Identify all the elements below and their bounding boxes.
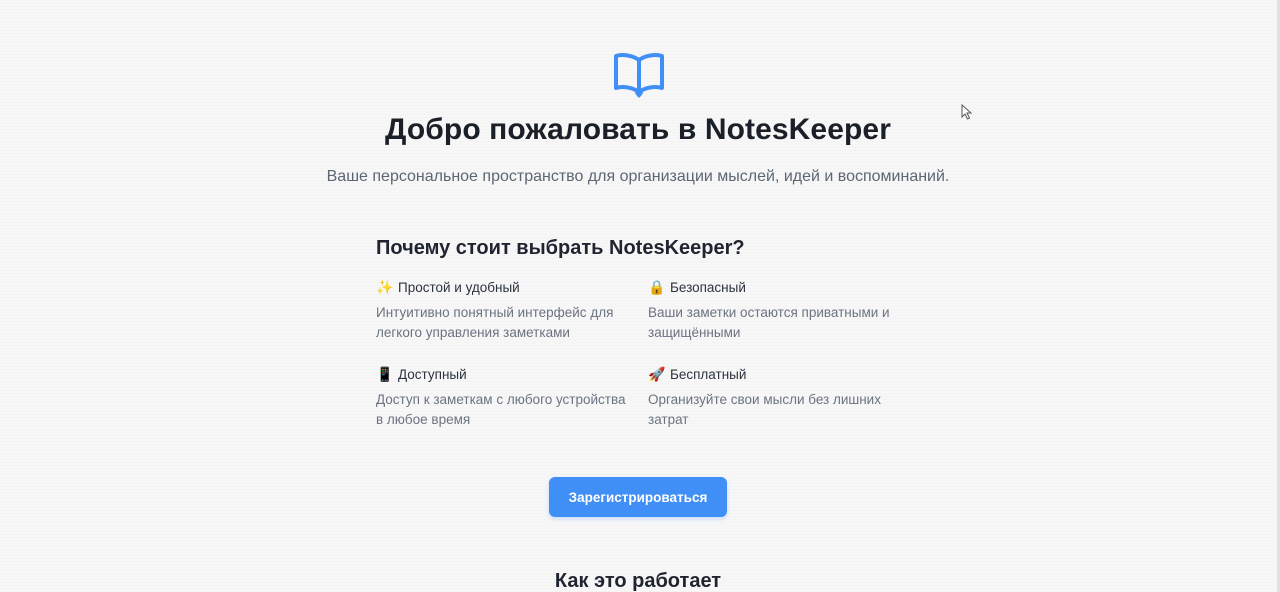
feature-free: 🚀 Бесплатный Организуйте свои мысли без … — [648, 364, 906, 430]
why-section-title: Почему стоит выбрать NotesKeeper? — [376, 237, 745, 259]
feature-secure: 🔒 Безопасный Ваши заметки остаются прива… — [648, 277, 906, 343]
feature-accessible: 📱 Доступный Доступ к заметкам с любого у… — [376, 364, 634, 430]
phone-icon: 📱 — [376, 366, 394, 382]
register-button[interactable]: Зарегистрироваться — [549, 477, 727, 517]
page-subtitle: Ваше персональное пространство для орган… — [326, 168, 950, 185]
feature-title: Доступный — [398, 366, 467, 382]
feature-description: Организуйте свои мысли без лишних затрат — [648, 392, 881, 427]
feature-title: Безопасный — [670, 279, 746, 295]
welcome-page: Добро пожаловать в NotesKeeper Ваше перс… — [0, 0, 1280, 592]
rocket-icon: 🚀 — [648, 366, 666, 382]
feature-description: Интуитивно понятный интерфейс для легког… — [376, 305, 614, 340]
sparkles-icon: ✨ — [376, 279, 394, 295]
feature-title: Простой и удобный — [398, 279, 520, 295]
lock-icon: 🔒 — [648, 279, 666, 295]
mouse-cursor-icon — [961, 104, 973, 120]
feature-simple: ✨ Простой и удобный Интуитивно понятный … — [376, 277, 634, 343]
page-title: Добро пожаловать в NotesKeeper — [385, 113, 891, 146]
open-book-icon — [614, 53, 664, 98]
how-it-works-title: Как это работает — [554, 570, 722, 592]
feature-description: Ваши заметки остаются приватными и защищ… — [648, 305, 890, 340]
feature-description: Доступ к заметкам с любого устройства в … — [376, 392, 626, 427]
feature-title: Бесплатный — [670, 366, 747, 382]
